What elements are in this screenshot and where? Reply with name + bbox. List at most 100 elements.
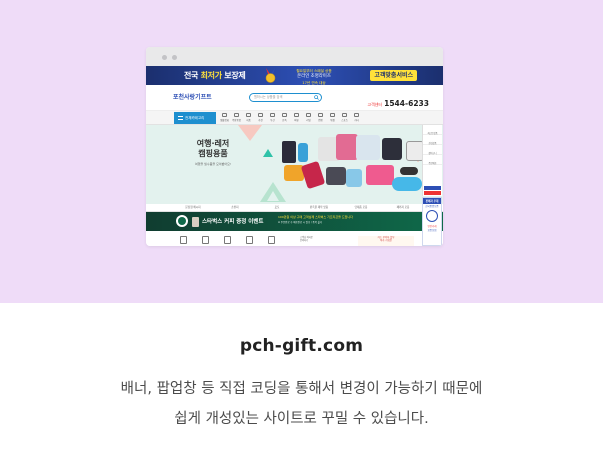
search-placeholder: 원하시는 상품을 검색 bbox=[254, 95, 283, 99]
category-label: 리빙 bbox=[306, 119, 311, 122]
guarantee-seal-icon bbox=[426, 210, 438, 222]
browser-window: 전국 최저가 보장제 월요일부터 스페셜 상품 온라인 조명라이즈 17년 연속… bbox=[146, 47, 443, 246]
collection-tab[interactable]: 문장형 메시지 bbox=[172, 204, 214, 211]
info-box[interactable]: 고객님 여러분 문의하기 bbox=[300, 236, 360, 242]
customer-service-button[interactable]: 고객맞춤서비스 bbox=[370, 70, 417, 81]
all-categories-button[interactable]: 전체카테고리 bbox=[174, 112, 216, 124]
quick-menu-item[interactable]: 최근본상품 bbox=[423, 125, 442, 135]
card-ad[interactable]: 카드 무이자 할부 특가 기획전 bbox=[358, 236, 414, 246]
window-dot-minimize[interactable] bbox=[172, 55, 177, 60]
category-label: 위생 bbox=[330, 119, 335, 122]
thumbnail-icon[interactable] bbox=[246, 236, 253, 244]
thumbnail-icon[interactable] bbox=[224, 236, 231, 244]
category-icon bbox=[270, 113, 275, 117]
category-icon bbox=[234, 113, 239, 117]
starbucks-desc-line2: ※ 주문완료 후 배송완료 시 발송 / 중복 불가 bbox=[278, 221, 323, 224]
window-dot-close[interactable] bbox=[162, 55, 167, 60]
promo-highlight: 최저가 bbox=[200, 71, 222, 80]
promo-banner[interactable]: 전국 최저가 보장제 월요일부터 스페셜 상품 온라인 조명라이즈 17년 연속… bbox=[146, 66, 443, 85]
category-item[interactable]: 판촉 bbox=[279, 112, 290, 124]
category-item[interactable]: 기타 bbox=[351, 112, 362, 124]
product-pouch bbox=[300, 160, 326, 190]
category-item[interactable]: 캠핑 bbox=[315, 112, 326, 124]
promo-prefix: 전국 bbox=[184, 71, 201, 80]
category-label: 생활잡화 bbox=[220, 119, 229, 122]
description-line1: 배너, 팝업창 등 직접 코딩을 통해서 변경이 가능하기 때문에 bbox=[120, 381, 483, 397]
site-domain: pch-gift.com bbox=[239, 336, 364, 356]
product-bottle bbox=[346, 169, 362, 187]
product-pouch bbox=[326, 167, 346, 185]
thumbnail-icon[interactable] bbox=[202, 236, 209, 244]
collection-tab[interactable]: 판촉물 제작 맞춤 bbox=[298, 204, 340, 211]
collection-tab[interactable]: 패키지 모음 bbox=[382, 204, 424, 211]
product-tumbler bbox=[298, 143, 308, 162]
category-label: 주방용품 bbox=[232, 119, 241, 122]
hero-background: 전국 최저가 보장제 월요일부터 스페셜 상품 온라인 조명라이즈 17년 연속… bbox=[0, 0, 603, 303]
category-item[interactable]: 위생 bbox=[327, 112, 338, 124]
banner-product-image bbox=[280, 131, 428, 201]
quick-menu-item[interactable]: 관심상품 bbox=[423, 135, 442, 145]
category-label: 기타 bbox=[354, 119, 359, 122]
guarantee-line1: 안전거래 bbox=[427, 225, 437, 228]
search-input[interactable]: 원하시는 상품을 검색 bbox=[249, 93, 322, 102]
product-mat bbox=[366, 165, 394, 185]
quick-menu-button[interactable] bbox=[424, 186, 441, 190]
promo-suffix: 보장제 bbox=[221, 71, 246, 80]
phone-number: 1544-6233 bbox=[384, 99, 429, 108]
starbucks-event-banner[interactable]: 스타벅스 커피 증정 이벤트 100만원 이상 구매 고객님께 스타벅스 기프티… bbox=[146, 212, 443, 231]
product-tumbler bbox=[282, 141, 296, 163]
category-item[interactable]: 스포츠 bbox=[339, 112, 350, 124]
category-label: 우산 bbox=[270, 119, 275, 122]
thumbnail-icon[interactable] bbox=[180, 236, 187, 244]
category-label: 스포츠 bbox=[341, 119, 348, 122]
category-nav: 전체카테고리 생활잡화 주방용품 식품 가전 우산 판촉 의류 리빙 캠핑 위생 스포츠 기타 bbox=[146, 111, 443, 125]
category-icon bbox=[318, 113, 323, 117]
category-item[interactable]: 생활잡화 bbox=[219, 112, 230, 124]
card-ad-line2: 특가 기획전 bbox=[380, 239, 392, 242]
main-banner[interactable]: 여행·레저 캠핑용품 여행을 필수품을 모아봤어요! 최근본상품 관심상품 장바… bbox=[146, 125, 443, 204]
product-case bbox=[400, 167, 418, 175]
quick-menu-sidebar: 최근본상품 관심상품 장바구니 주문배송 bbox=[422, 125, 442, 196]
collection-tabs: 문장형 메시지 손편지 포토 판촉물 제작 맞춤 답례품 모음 패키지 모음 bbox=[146, 204, 443, 212]
quick-menu-item[interactable]: 장바구니 bbox=[423, 145, 442, 155]
starbucks-event-title: 스타벅스 커피 증정 이벤트 bbox=[202, 219, 264, 225]
product-bag bbox=[356, 135, 380, 160]
category-item[interactable]: 식품 bbox=[243, 112, 254, 124]
thumbnail-row: 고객님 여러분 문의하기 카드 무이자 할부 특가 기획전 bbox=[146, 236, 443, 246]
promo-headline: 전국 최저가 보장제 bbox=[184, 70, 246, 81]
category-item[interactable]: 의류 bbox=[291, 112, 302, 124]
category-label: 식품 bbox=[246, 119, 251, 122]
category-label: 판촉 bbox=[282, 119, 287, 122]
search-icon[interactable] bbox=[314, 95, 319, 100]
category-icon bbox=[294, 113, 299, 117]
hamburger-icon bbox=[178, 116, 183, 120]
collection-tab[interactable]: 손편지 bbox=[214, 204, 256, 211]
description-line2: 쉽게 개성있는 사이트로 꾸밀 수 있습니다. bbox=[174, 411, 429, 427]
collection-tab[interactable]: 답례품 모음 bbox=[340, 204, 382, 211]
category-label: 의류 bbox=[294, 119, 299, 122]
decor-triangle bbox=[238, 125, 262, 141]
category-icon bbox=[258, 113, 263, 117]
quick-menu-button[interactable] bbox=[424, 191, 441, 195]
product-bag bbox=[382, 138, 402, 160]
category-item[interactable]: 가전 bbox=[255, 112, 266, 124]
category-icon bbox=[246, 113, 251, 117]
info-line2: 문의하기 bbox=[300, 239, 309, 242]
category-item[interactable]: 우산 bbox=[267, 112, 278, 124]
phone-contact: 고객센터 1544-6233 bbox=[367, 91, 429, 110]
banner-title-line2: 캠핑용품 bbox=[198, 149, 228, 158]
feature-description: 배너, 팝업창 등 직접 코딩을 통해서 변경이 가능하기 때문에 쉽게 개성있… bbox=[0, 374, 603, 434]
guarantee-side-ad[interactable]: 판매자 우대 한국중앙보증 안전거래 보증보험 bbox=[422, 197, 442, 246]
promo-award-text: 월요일부터 스페셜 상품 온라인 조명라이즈 17년 연속 대상 bbox=[284, 68, 344, 86]
collection-tab[interactable]: 포토 bbox=[256, 204, 298, 211]
category-item[interactable]: 주방용품 bbox=[231, 112, 242, 124]
category-item[interactable]: 리빙 bbox=[303, 112, 314, 124]
site-header: 포천사랑기프트 원하시는 상품을 검색 고객센터 1544-6233 bbox=[146, 85, 443, 111]
banner-title: 여행·레저 캠핑용품 bbox=[189, 139, 237, 159]
category-icon bbox=[222, 113, 227, 117]
category-icon bbox=[342, 113, 347, 117]
site-logo[interactable]: 포천사랑기프트 bbox=[173, 92, 212, 101]
quick-menu-item[interactable]: 주문배송 bbox=[423, 155, 442, 165]
guarantee-title: 한국중앙보증 bbox=[425, 205, 439, 208]
thumbnail-icon[interactable] bbox=[268, 236, 275, 244]
